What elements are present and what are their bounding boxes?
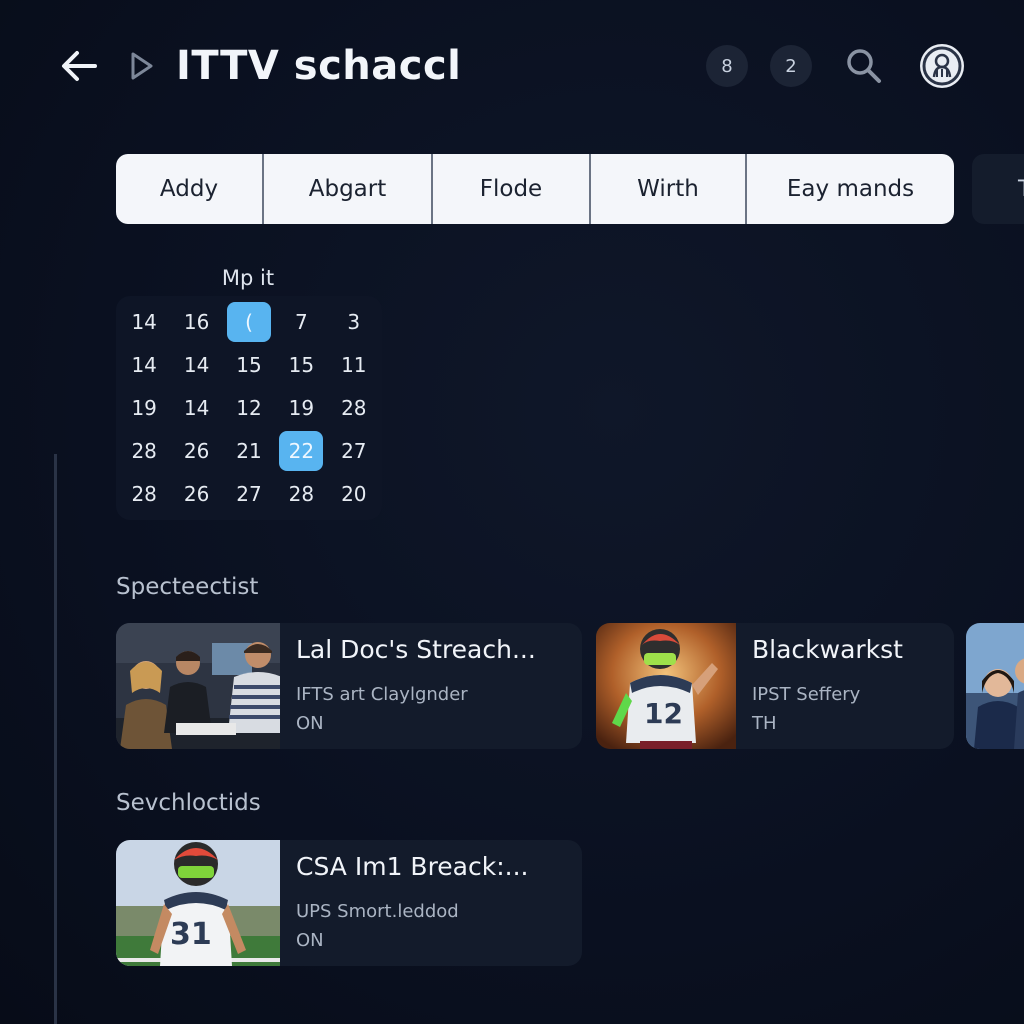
calendar-day[interactable]: 28 (118, 473, 170, 516)
filter-tab-flode[interactable]: Flode (433, 154, 591, 224)
count-badge[interactable]: 2 (770, 45, 812, 87)
section-title: Specteectist (116, 574, 259, 600)
section-title: Sevchloctids (116, 790, 261, 816)
content-card[interactable]: 12 Blackwarkst IPST Seffery TH (596, 623, 954, 749)
content-card[interactable]: Lal Doc's Streach... IFTS art Claylgnder… (116, 623, 582, 749)
filter-tab-eay-mands[interactable]: Eay mands (747, 154, 954, 224)
calendar-day[interactable]: 14 (118, 300, 170, 343)
calendar-day[interactable]: 26 (170, 473, 222, 516)
calendar-day[interactable]: 15 (275, 343, 327, 386)
svg-text:31: 31 (170, 917, 212, 952)
card-subtitle: IPST Seffery (752, 684, 861, 705)
calendar-day[interactable]: 15 (223, 343, 275, 386)
filter-tab-overflow[interactable]: T (972, 154, 1024, 224)
card-subtitle: IFTS art Claylgnder (296, 684, 468, 705)
content-card-partial[interactable] (966, 623, 1024, 749)
calendar-day[interactable]: 28 (275, 473, 327, 516)
card-status: ON (296, 930, 324, 951)
calendar-day[interactable]: 27 (328, 430, 380, 473)
thumbnail-people-portrait (966, 623, 1024, 749)
calendar-day[interactable]: 27 (223, 473, 275, 516)
calendar-day[interactable]: 11 (328, 343, 380, 386)
header-actions: 8 2 (684, 44, 964, 88)
calendar-day[interactable]: 12 (223, 386, 275, 429)
calendar-day[interactable]: 16 (170, 300, 222, 343)
arrow-left-icon (62, 51, 97, 81)
card-status: TH (752, 713, 777, 734)
calendar-day[interactable]: 28 (118, 430, 170, 473)
tv-app-page: ITTV schaccl 8 2 Addy Abgart Flode Wirth… (0, 0, 1024, 1024)
content-card[interactable]: 31 CSA Im1 Breack:... UPS Smort.leddod O… (116, 840, 582, 966)
search-button[interactable] (842, 44, 886, 88)
calendar-day[interactable]: 20 (328, 473, 380, 516)
play-button[interactable] (122, 43, 162, 89)
calendar-title: Mp it (221, 266, 275, 290)
svg-text:12: 12 (644, 697, 683, 730)
calendar-day[interactable]: 21 (223, 430, 275, 473)
card-body: Lal Doc's Streach... IFTS art Claylgnder… (280, 623, 552, 749)
card-status: ON (296, 713, 324, 734)
filter-tab-abgart[interactable]: Abgart (264, 154, 433, 224)
calendar-day[interactable]: 28 (328, 386, 380, 429)
calendar-day[interactable]: 14 (118, 343, 170, 386)
calendar-day[interactable]: 26 (170, 430, 222, 473)
side-rail-divider (54, 454, 57, 1024)
card-body: Blackwarkst IPST Seffery TH (736, 623, 919, 749)
play-icon (131, 52, 153, 80)
card-title: CSA Im1 Breack:... (296, 852, 529, 881)
card-title: Lal Doc's Streach... (296, 635, 536, 664)
calendar-grid: 14 16 ( 7 3 14 14 15 15 11 19 14 12 19 2… (116, 296, 382, 520)
calendar-day[interactable]: 19 (275, 386, 327, 429)
profile-icon (922, 46, 962, 86)
calendar-day-selected[interactable]: ( (223, 300, 275, 343)
profile-button[interactable] (920, 44, 964, 88)
calendar-day[interactable]: 3 (328, 300, 380, 343)
header: ITTV schaccl 8 2 (56, 36, 968, 96)
calendar-day-selected[interactable]: 22 (275, 430, 327, 473)
thumbnail-football-player-field: 31 (116, 840, 280, 966)
card-subtitle: UPS Smort.leddod (296, 901, 459, 922)
calendar-day[interactable]: 14 (170, 343, 222, 386)
card-title: Blackwarkst (752, 635, 903, 664)
filter-tab-wirth[interactable]: Wirth (591, 154, 747, 224)
thumbnail-football-player: 12 (596, 623, 736, 749)
search-icon (847, 49, 881, 83)
calendar-day[interactable]: 19 (118, 386, 170, 429)
calendar-day[interactable]: 7 (275, 300, 327, 343)
page-title: ITTV schaccl (176, 43, 462, 89)
thumbnail-studio-panel (116, 623, 280, 749)
back-button[interactable] (56, 43, 102, 89)
filter-tabs: Addy Abgart Flode Wirth Eay mands (116, 154, 954, 224)
filter-tab-addy[interactable]: Addy (116, 154, 264, 224)
card-body: CSA Im1 Breack:... UPS Smort.leddod ON (280, 840, 544, 966)
calendar-day[interactable]: 14 (170, 386, 222, 429)
notification-badge[interactable]: 8 (706, 45, 748, 87)
